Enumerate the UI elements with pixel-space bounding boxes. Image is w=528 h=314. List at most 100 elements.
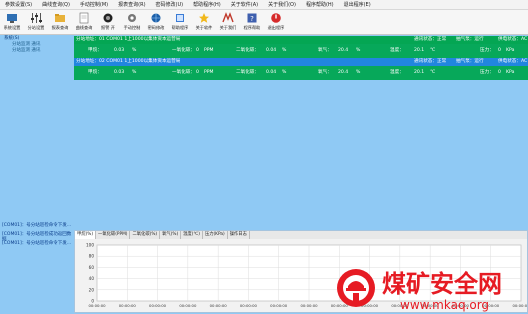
toolbar-button-label: 报表查询 xyxy=(51,25,69,30)
toolbar-button-label: 曲线查询 xyxy=(75,25,93,30)
toolbar-button-6[interactable]: 手动控制 xyxy=(120,10,144,34)
y-tick-label: 20 xyxy=(89,287,95,292)
menu-item[interactable]: 退出程序(E) xyxy=(339,1,376,8)
pressure-value: 0 xyxy=(498,48,501,53)
toolbar-button-1[interactable]: 系统设置 xyxy=(0,10,24,34)
co-value: 0 xyxy=(196,48,199,53)
document-icon xyxy=(78,12,90,24)
x-tick-label: 00:00:00 xyxy=(240,303,258,308)
x-tick-label: 00:00:00 xyxy=(270,303,288,308)
toolbar: 系统设置 分站设置 报表查询 曲线查询 报警 开 手动控制 密码修改 帮助程序 关于软件 关于我们… xyxy=(0,10,528,35)
monitor-icon xyxy=(6,12,18,24)
pressure-label: 压力： xyxy=(480,48,494,53)
chart-tab[interactable]: 压力(KPa) xyxy=(203,231,228,239)
toolbar-button-7[interactable]: 密码修改 xyxy=(144,10,168,34)
sliders-icon xyxy=(30,12,42,24)
pump-status: 抽气泵：运行 xyxy=(456,59,484,64)
co-unit: PPM xyxy=(204,70,214,75)
x-tick-label: 00:00:00 xyxy=(210,303,228,308)
toolbar-button-label: 关于软件 xyxy=(195,25,213,30)
star-icon xyxy=(198,12,210,24)
y-tick-label: 80 xyxy=(89,254,95,259)
toolbar-button-8[interactable]: 帮助程序 xyxy=(168,10,192,34)
x-tick-label: 00:00:00 xyxy=(119,303,137,308)
chart-tab[interactable]: 操作日志 xyxy=(228,231,250,239)
menu-item[interactable]: 曲线查询(Q) xyxy=(37,1,75,8)
menu-item[interactable]: 参数设置(S) xyxy=(0,1,37,8)
svg-text:?: ? xyxy=(250,15,254,23)
toolbar-button-9[interactable]: 关于软件 xyxy=(192,10,216,34)
temp-value: 20.1 xyxy=(414,48,425,53)
pump-status: 抽气泵：运行 xyxy=(456,37,484,42)
x-tick-label: 00:00:00 xyxy=(88,303,106,308)
toolbar-button-10[interactable]: 关于我们 xyxy=(216,10,240,34)
station-panel-1: 分站地址：01 COM01 1上1000以集体资本运营局 通讯状态：正常 抽气泵… xyxy=(74,36,528,59)
station-panel-2: 分站地址：02 COM01 1上1000以集体资本运营局 通讯状态：正常 抽气泵… xyxy=(74,58,528,81)
temp-unit: ℃ xyxy=(430,48,436,53)
toolbar-button-label: 分站设置 xyxy=(27,25,45,30)
book-icon xyxy=(174,12,186,24)
y-tick-label: 60 xyxy=(89,265,95,270)
menu-item[interactable]: 手动控制(M) xyxy=(75,1,113,8)
menu-item[interactable]: 关于我们(O) xyxy=(263,1,301,8)
tree-station-2[interactable]: 分站监测 通讯 xyxy=(4,48,76,54)
ch4-value: 0.03 xyxy=(114,48,125,53)
co2-unit: % xyxy=(282,70,287,75)
o2-unit: % xyxy=(356,70,361,75)
o2-unit: % xyxy=(356,48,361,53)
co2-unit: % xyxy=(282,48,287,53)
logo-icon xyxy=(222,12,234,24)
co-value: 0 xyxy=(196,70,199,75)
toolbar-button-label: 退出程序 xyxy=(267,25,285,30)
menu-item[interactable]: 关于软件(A) xyxy=(226,1,263,8)
ch4-value: 0.03 xyxy=(114,70,125,75)
toolbar-button-3[interactable]: 报表查询 xyxy=(48,10,72,34)
log-line: [COM01]：号分站巡检命令下发... xyxy=(2,241,72,246)
station-address: 分站地址：01 COM01 1上1000以集体资本运营局 xyxy=(76,37,181,42)
menu-item[interactable]: 密码修改(U) xyxy=(151,1,189,8)
ch4-label: 甲烷： xyxy=(88,70,102,75)
comm-status: 通讯状态：正常 xyxy=(414,37,447,42)
ch4-unit: % xyxy=(132,48,137,53)
o2-value: 20.4 xyxy=(338,48,349,53)
comm-status: 通讯状态：正常 xyxy=(414,59,447,64)
help-icon: ? xyxy=(246,12,258,24)
toolbar-button-label: 关于我们 xyxy=(219,25,237,30)
watermark-title: 煤矿安全网 xyxy=(382,270,502,298)
x-tick-label: 00:00:00 xyxy=(300,303,318,308)
toolbar-button-label: 帮助程序 xyxy=(171,25,189,30)
toolbar-button-label: 密码修改 xyxy=(147,25,165,30)
pressure-label: 压力： xyxy=(480,70,494,75)
pressure-unit: KPa xyxy=(506,48,515,53)
toolbar-button-5[interactable]: 报警 开 xyxy=(96,10,120,34)
y-tick-label: 40 xyxy=(89,276,95,281)
chart-tab[interactable]: 甲烷(%) xyxy=(75,231,97,239)
watermark-url: www.mkaq.org xyxy=(400,298,489,312)
temp-value: 20.1 xyxy=(414,70,425,75)
toolbar-button-4[interactable]: 曲线查询 xyxy=(72,10,96,34)
chart-tab[interactable]: 温度(℃) xyxy=(181,231,203,239)
toolbar-button-12[interactable]: 退出程序 xyxy=(264,10,288,34)
co2-value: 0.04 xyxy=(266,70,277,75)
toolbar-button-label: 程序帮助 xyxy=(243,25,261,30)
co-label: 一氧化碳： xyxy=(172,48,195,53)
menu-item[interactable]: 帮助程序(H) xyxy=(188,1,226,8)
temp-unit: ℃ xyxy=(430,70,436,75)
menu-item[interactable]: 报表查询(R) xyxy=(113,1,150,8)
co-unit: PPM xyxy=(204,48,214,53)
co2-value: 0.04 xyxy=(266,48,277,53)
y-tick-label: 100 xyxy=(86,243,94,248)
toolbar-button-11[interactable]: ? 程序帮助 xyxy=(240,10,264,34)
toolbar-button-2[interactable]: 分站设置 xyxy=(24,10,48,34)
co2-label: 二氧化碳： xyxy=(236,48,259,53)
station-address: 分站地址：02 COM01 1上1000以集体资本运营局 xyxy=(76,59,181,64)
menu-item[interactable]: 程序帮助(H) xyxy=(301,1,339,8)
toolbar-button-label: 报警 开 xyxy=(101,25,115,30)
chart-tab[interactable]: 一氧化碳(PPM) xyxy=(96,231,131,239)
chart-tab[interactable]: 二氧化碳(%) xyxy=(130,231,161,239)
station-tree: 系统(S) 分站监测 通讯 分站监测 通讯 xyxy=(4,36,76,54)
temp-label: 温度： xyxy=(390,48,404,53)
watermark: 煤矿安全网 www.mkaq.org xyxy=(337,269,502,312)
watermark-logo-icon xyxy=(337,269,375,307)
chart-tab[interactable]: 氧气(%) xyxy=(160,231,182,239)
